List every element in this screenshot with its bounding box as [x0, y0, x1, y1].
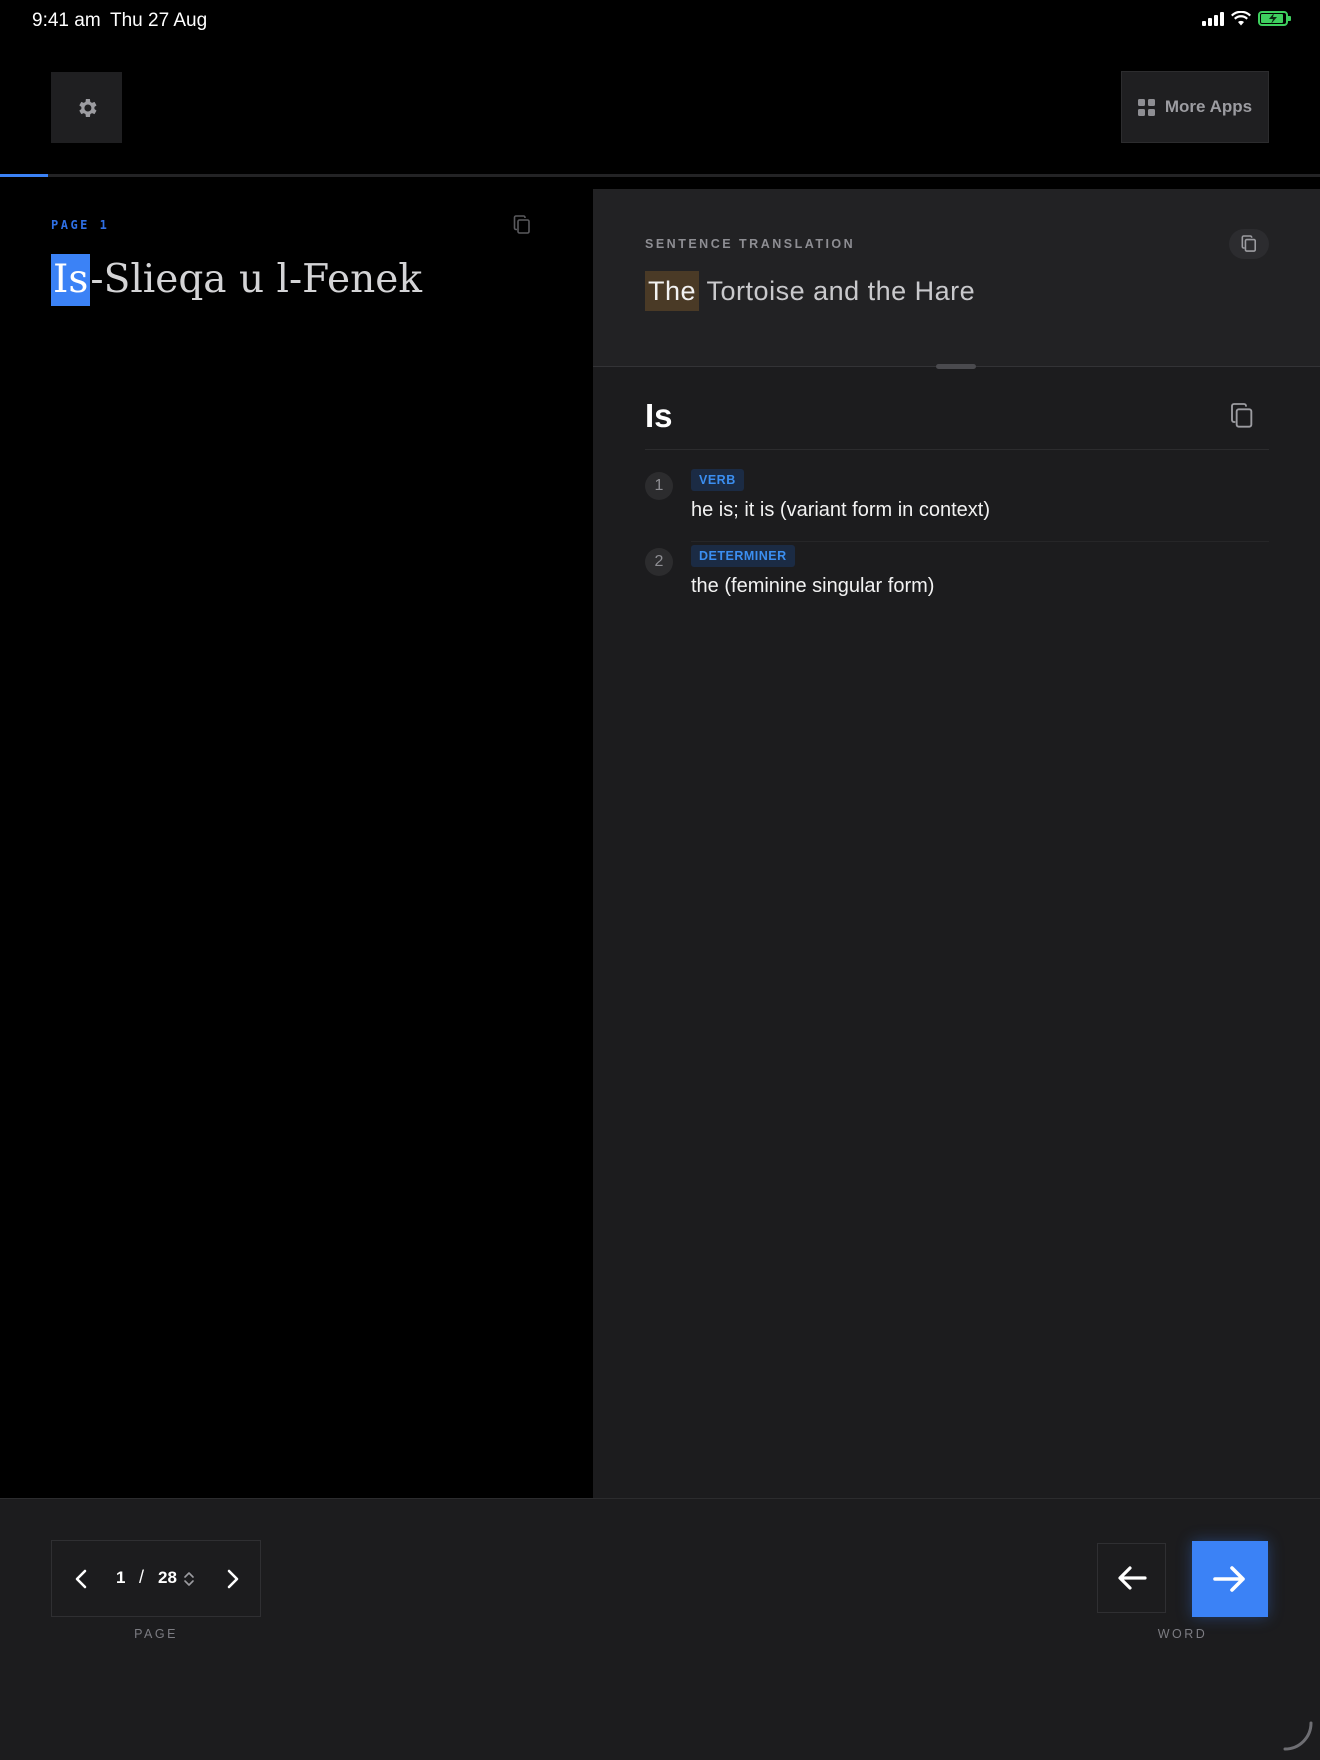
- sentence-translation-label: SENTENCE TRANSLATION: [645, 237, 856, 251]
- source-text-pane: PAGE 1 Is-Slieqa u l-Fenek: [0, 189, 593, 1498]
- part-of-speech-badge: DETERMINER: [691, 545, 795, 567]
- page-caption: PAGE: [134, 1627, 178, 1641]
- wifi-icon: [1231, 11, 1251, 26]
- status-bar: 9:41 am Thu 27 Aug: [0, 0, 1320, 40]
- sentence-translation-card: SENTENCE TRANSLATION The Tortoise and th…: [593, 189, 1320, 369]
- source-text-rest[interactable]: -Slieqa u l-Fenek: [90, 257, 422, 302]
- panel-drag-handle[interactable]: [936, 364, 976, 369]
- reading-progress-fill: [0, 174, 48, 177]
- page-navigator: 1 / 28: [51, 1540, 261, 1617]
- next-page-button[interactable]: [220, 1567, 244, 1591]
- settings-button[interactable]: [51, 72, 122, 143]
- total-pages: 28: [158, 1568, 177, 1587]
- previous-page-button[interactable]: [70, 1567, 94, 1591]
- copy-icon: [1241, 235, 1257, 252]
- gear-icon: [78, 98, 96, 117]
- next-word-button[interactable]: [1192, 1541, 1268, 1617]
- apps-grid-icon: [1137, 98, 1155, 116]
- copy-icon: [1231, 403, 1253, 428]
- translation-word-highlight: The: [645, 271, 700, 311]
- current-page-number[interactable]: 1: [116, 1568, 125, 1588]
- battery-charging-icon: [1258, 11, 1291, 26]
- copy-word-button[interactable]: [1230, 402, 1254, 435]
- translation-sentence: The Tortoise and the Hare: [645, 271, 975, 311]
- word-caption: WORD: [1157, 1627, 1208, 1641]
- status-time: 9:41 am: [32, 10, 101, 31]
- chevron-up-down-icon: [184, 1572, 194, 1586]
- part-of-speech-badge: VERB: [691, 469, 744, 491]
- chevron-left-icon: [75, 1569, 87, 1589]
- page-label: PAGE 1: [51, 218, 110, 232]
- more-apps-label: More Apps: [1164, 97, 1253, 116]
- copy-translation-button[interactable]: [1229, 229, 1269, 259]
- bottom-navigation-bar: 1 / 28 PAGE WORD: [0, 1498, 1320, 1760]
- arrow-left-icon: [1117, 1566, 1147, 1590]
- source-word-selected[interactable]: Is: [51, 254, 91, 306]
- page-select-stepper[interactable]: [183, 1570, 195, 1588]
- source-sentence: Is-Slieqa u l-Fenek: [51, 254, 422, 306]
- copy-page-button[interactable]: [513, 215, 531, 240]
- copy-icon: [513, 215, 530, 234]
- translation-pane: SENTENCE TRANSLATION The Tortoise and th…: [593, 189, 1320, 1498]
- headword-divider: [645, 449, 1269, 450]
- arrow-right-icon: [1213, 1566, 1245, 1592]
- status-icons: [1202, 11, 1291, 26]
- status-date: Thu 27 Aug: [110, 10, 208, 31]
- more-apps-button[interactable]: More Apps: [1121, 71, 1269, 143]
- resize-corner-icon: [1283, 1721, 1313, 1751]
- cellular-signal-icon: [1202, 11, 1224, 26]
- page-separator: /: [139, 1567, 145, 1587]
- previous-word-button[interactable]: [1097, 1543, 1166, 1613]
- chevron-right-icon: [227, 1569, 239, 1589]
- reading-progress-bar: [0, 174, 1320, 177]
- definition-number: 1: [645, 472, 673, 500]
- definition-text: he is; it is (variant form in context): [691, 499, 990, 521]
- dictionary-headword: Is: [645, 397, 673, 434]
- definition-number: 2: [645, 548, 673, 576]
- translation-text-rest: Tortoise and the Hare: [699, 276, 976, 306]
- definition-text: the (feminine singular form): [691, 575, 935, 597]
- definition-divider: [691, 541, 1269, 542]
